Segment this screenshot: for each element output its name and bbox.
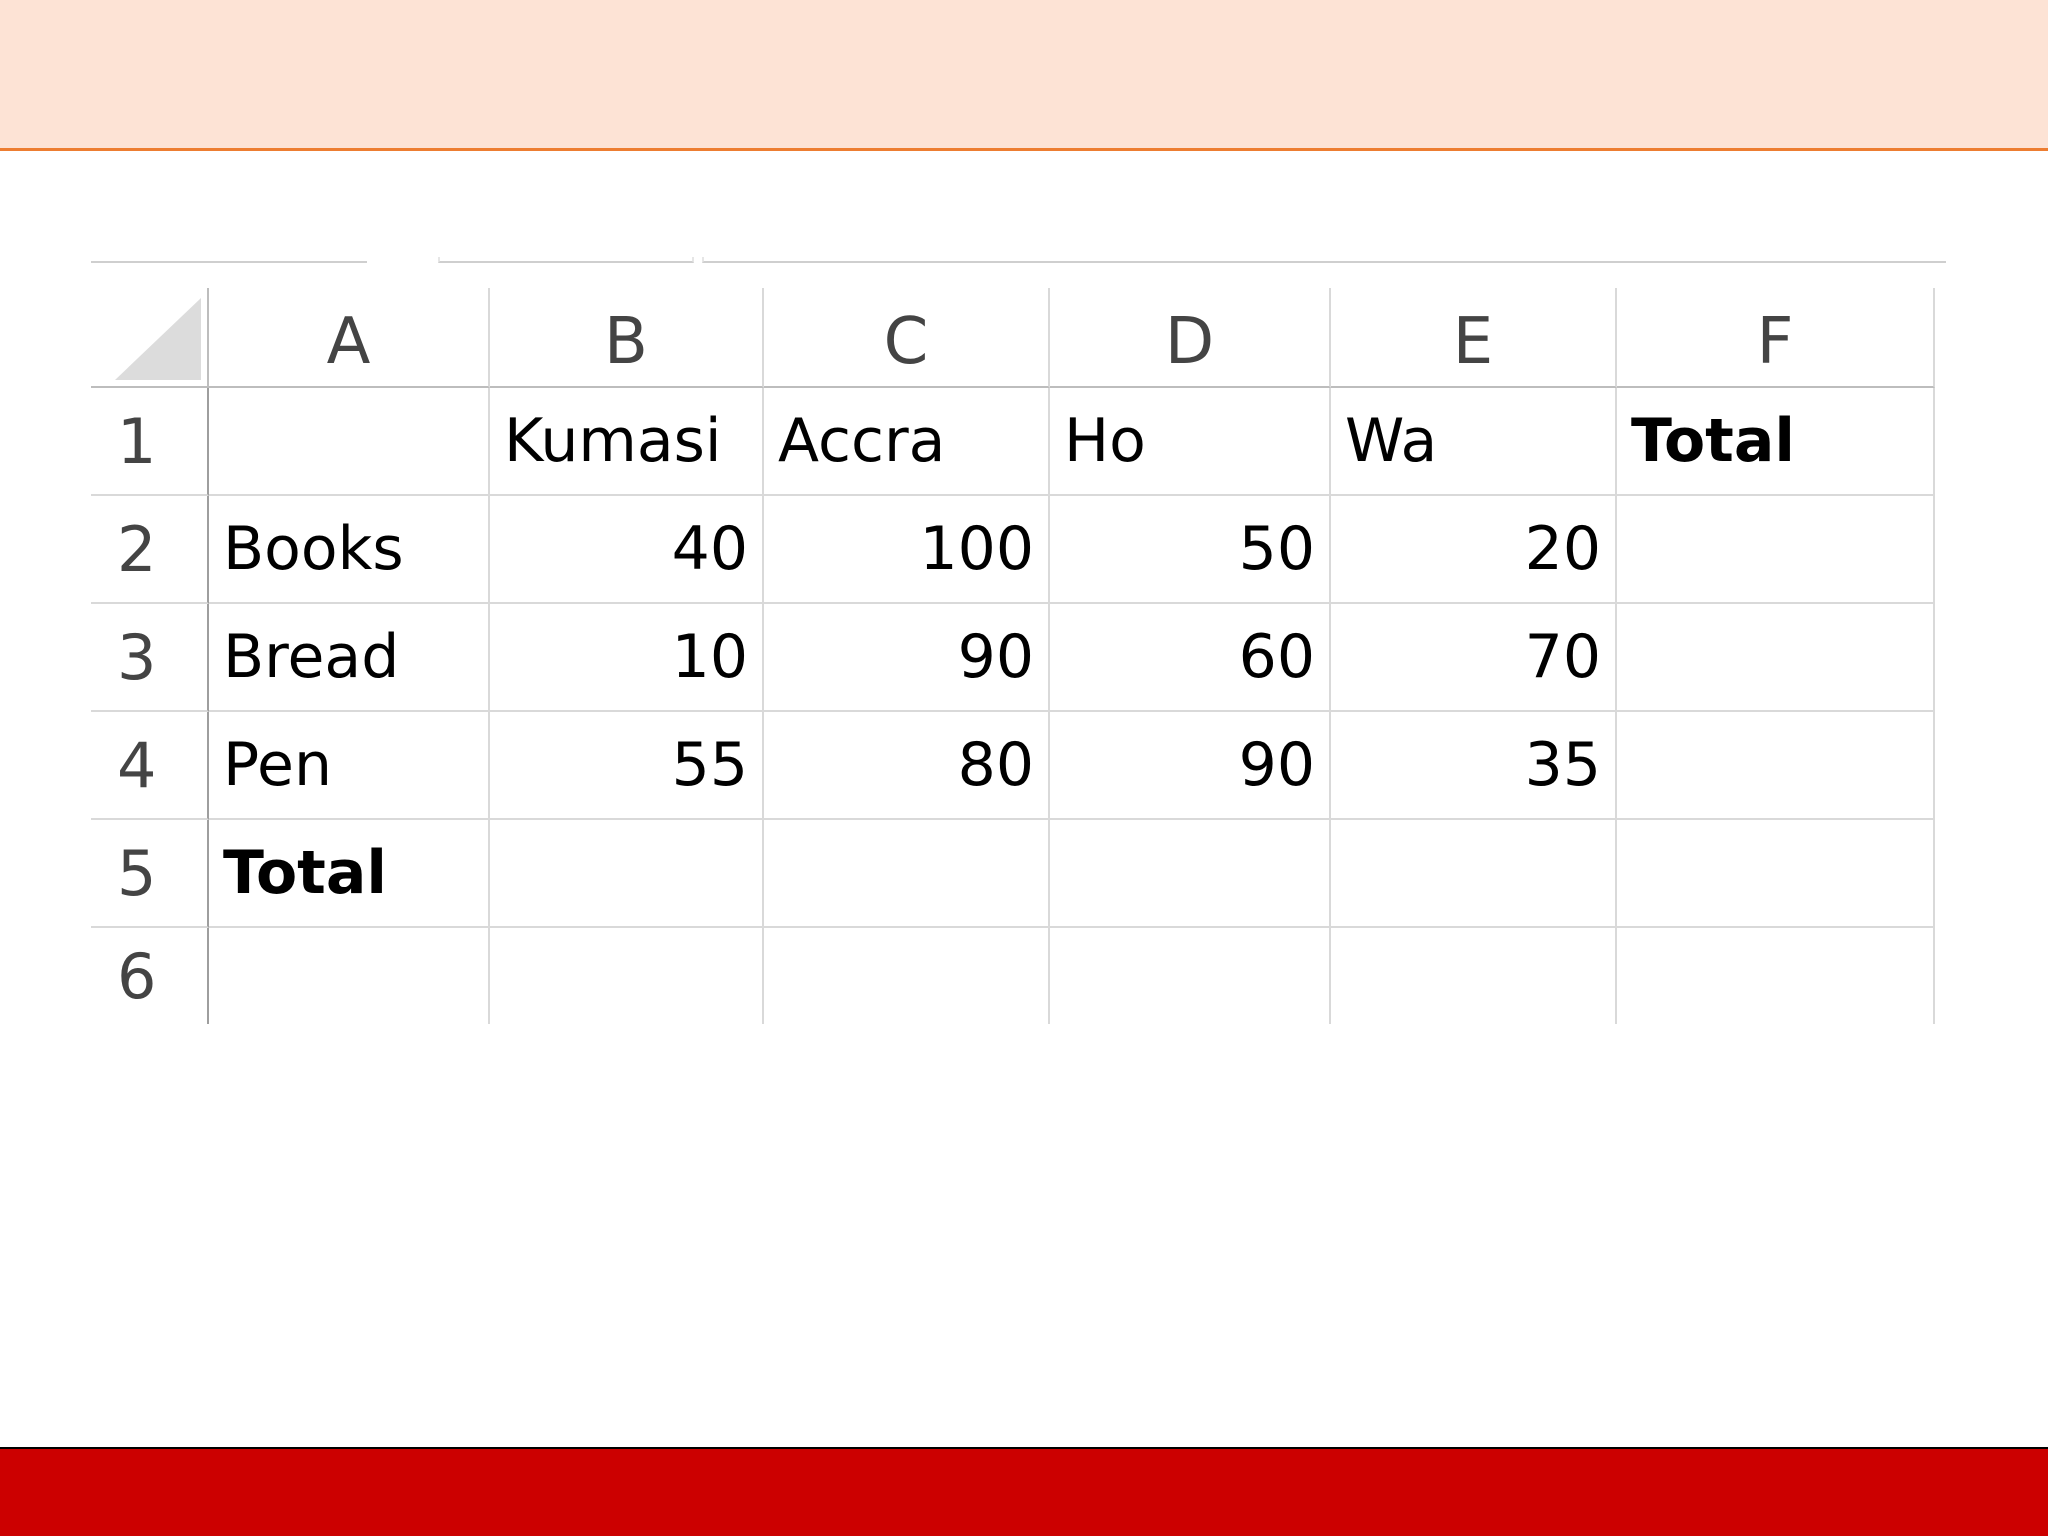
cell-a2[interactable]: Books: [209, 496, 490, 604]
formula-bar[interactable]: [702, 257, 1946, 263]
cell-e4[interactable]: 35: [1331, 712, 1617, 820]
row-header-5[interactable]: 5: [91, 820, 209, 928]
cell-e6[interactable]: [1331, 928, 1617, 1024]
cell-b6[interactable]: [490, 928, 764, 1024]
cell-e1[interactable]: Wa: [1331, 388, 1617, 496]
cell-a6[interactable]: [209, 928, 490, 1024]
cell-a4[interactable]: Pen: [209, 712, 490, 820]
select-all-corner[interactable]: [91, 288, 209, 388]
cell-e2[interactable]: 20: [1331, 496, 1617, 604]
row-header-2[interactable]: 2: [91, 496, 209, 604]
cell-a5[interactable]: Total: [209, 820, 490, 928]
cell-c1[interactable]: Accra: [764, 388, 1050, 496]
slide-footer-band: [0, 1447, 2048, 1536]
formula-buttons: [438, 257, 694, 263]
cell-c4[interactable]: 80: [764, 712, 1050, 820]
cell-f4[interactable]: [1617, 712, 1935, 820]
cell-d2[interactable]: 50: [1050, 496, 1331, 604]
column-header-b[interactable]: B: [490, 288, 764, 388]
name-box[interactable]: [91, 257, 367, 263]
cell-f6[interactable]: [1617, 928, 1935, 1024]
row-header-1[interactable]: 1: [91, 388, 209, 496]
column-header-c[interactable]: C: [764, 288, 1050, 388]
cell-d5[interactable]: [1050, 820, 1331, 928]
column-header-a[interactable]: A: [209, 288, 490, 388]
cell-f2[interactable]: [1617, 496, 1935, 604]
cell-f3[interactable]: [1617, 604, 1935, 712]
cell-d4[interactable]: 90: [1050, 712, 1331, 820]
cell-b1[interactable]: Kumasi: [490, 388, 764, 496]
column-header-d[interactable]: D: [1050, 288, 1331, 388]
cell-b5[interactable]: [490, 820, 764, 928]
slide-header-band: [0, 0, 2048, 151]
cell-b2[interactable]: 40: [490, 496, 764, 604]
cell-c3[interactable]: 90: [764, 604, 1050, 712]
cell-f1[interactable]: Total: [1617, 388, 1935, 496]
column-header-e[interactable]: E: [1331, 288, 1617, 388]
cell-b3[interactable]: 10: [490, 604, 764, 712]
spreadsheet-grid: A B C D E F 1 Kumasi Accra Ho Wa Total 2…: [91, 288, 1935, 1024]
cell-c5[interactable]: [764, 820, 1050, 928]
select-all-icon: [115, 298, 201, 380]
row-header-3[interactable]: 3: [91, 604, 209, 712]
cell-d6[interactable]: [1050, 928, 1331, 1024]
cell-e3[interactable]: 70: [1331, 604, 1617, 712]
column-header-f[interactable]: F: [1617, 288, 1935, 388]
cell-c2[interactable]: 100: [764, 496, 1050, 604]
cell-e5[interactable]: [1331, 820, 1617, 928]
cell-d3[interactable]: 60: [1050, 604, 1331, 712]
cell-c6[interactable]: [764, 928, 1050, 1024]
cell-a1[interactable]: [209, 388, 490, 496]
cell-a3[interactable]: Bread: [209, 604, 490, 712]
cell-d1[interactable]: Ho: [1050, 388, 1331, 496]
cell-f5[interactable]: [1617, 820, 1935, 928]
cell-b4[interactable]: 55: [490, 712, 764, 820]
row-header-6[interactable]: 6: [91, 928, 209, 1024]
row-header-4[interactable]: 4: [91, 712, 209, 820]
